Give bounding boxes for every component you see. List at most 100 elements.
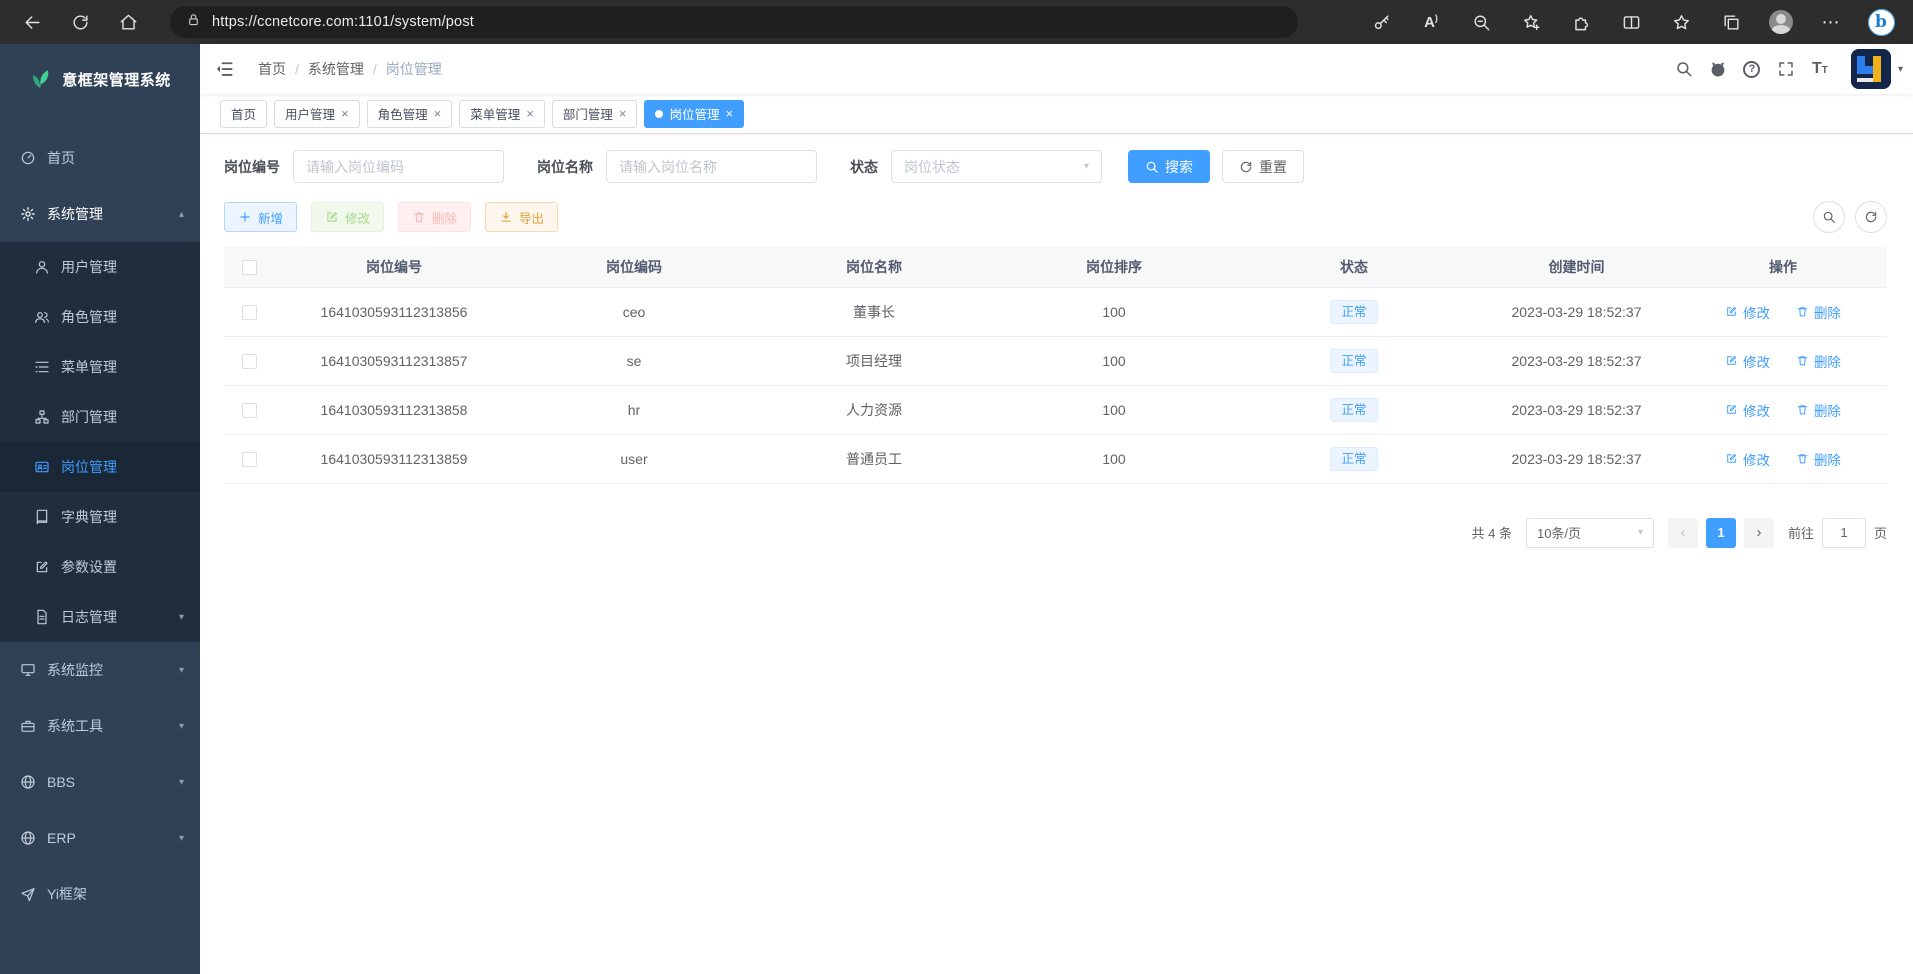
edit-link[interactable]: 修改	[1725, 400, 1770, 420]
github-icon[interactable]	[1701, 44, 1735, 94]
plus-icon	[238, 210, 252, 224]
avatar[interactable]	[1851, 49, 1891, 89]
favorites-add-icon[interactable]	[1509, 5, 1553, 39]
sidebar-item-erp[interactable]: ERP ▾	[0, 810, 200, 866]
tab-home[interactable]: 首页	[220, 100, 267, 128]
url-text[interactable]: https://ccnetcore.com:1101/system/post	[212, 14, 474, 30]
add-button[interactable]: 新增	[224, 202, 297, 232]
goto-page-input[interactable]	[1822, 518, 1866, 548]
chevron-down-icon: ▾	[179, 612, 184, 623]
cell-created: 2023-03-29 18:52:37	[1474, 287, 1679, 336]
reset-button[interactable]: 重置	[1222, 150, 1304, 183]
select-all-checkbox[interactable]	[242, 260, 257, 275]
tab-post-mgmt[interactable]: 岗位管理 ×	[644, 100, 744, 128]
prev-page-button[interactable]: ‹	[1668, 518, 1698, 548]
split-screen-icon[interactable]	[1609, 5, 1653, 39]
sidebar-item-dict-mgmt[interactable]: 字典管理	[0, 492, 200, 542]
export-button[interactable]: 导出	[485, 202, 558, 232]
tab-role-mgmt[interactable]: 角色管理 ×	[367, 100, 453, 128]
sidebar-item-system[interactable]: 系统管理 ▴	[0, 186, 200, 242]
font-size-icon[interactable]: TT	[1803, 44, 1837, 94]
globe-icon	[20, 830, 36, 846]
back-button[interactable]	[8, 5, 56, 39]
close-icon[interactable]: ×	[619, 106, 627, 121]
close-icon[interactable]: ×	[526, 106, 534, 121]
favorites-icon[interactable]	[1659, 5, 1703, 39]
bing-icon[interactable]: b	[1859, 5, 1903, 39]
trash-icon	[1796, 305, 1809, 318]
read-aloud-icon[interactable]: A)	[1409, 5, 1453, 39]
sidebar-item-yi-framework[interactable]: Yi框架	[0, 866, 200, 922]
row-checkbox[interactable]	[242, 354, 257, 369]
breadcrumb-home[interactable]: 首页	[258, 59, 286, 79]
sidebar-item-monitor[interactable]: 系统监控 ▾	[0, 642, 200, 698]
trash-icon	[412, 210, 426, 224]
search-button[interactable]: 搜索	[1128, 150, 1210, 183]
cell-created: 2023-03-29 18:52:37	[1474, 434, 1679, 483]
row-checkbox[interactable]	[242, 403, 257, 418]
delete-link[interactable]: 删除	[1796, 302, 1841, 322]
app-logo[interactable]: 意框架管理系统	[0, 44, 200, 114]
browser-profile-icon[interactable]	[1759, 5, 1803, 39]
home-button[interactable]	[104, 5, 152, 39]
cell-post-code: se	[514, 336, 754, 385]
fullscreen-icon[interactable]	[1769, 44, 1803, 94]
sidebar-item-param-settings[interactable]: 参数设置	[0, 542, 200, 592]
edit-link[interactable]: 修改	[1725, 302, 1770, 322]
sidebar-item-role-mgmt[interactable]: 角色管理	[0, 292, 200, 342]
sidebar-item-user-mgmt[interactable]: 用户管理	[0, 242, 200, 292]
sidebar-item-post-mgmt[interactable]: 岗位管理	[0, 442, 200, 492]
sidebar-item-dept-mgmt[interactable]: 部门管理	[0, 392, 200, 442]
table-row: 1641030593112313858 hr 人力资源 100 正常 2023-…	[224, 385, 1887, 434]
cell-post-sort: 100	[994, 287, 1234, 336]
sidebar-fold-icon[interactable]	[200, 44, 250, 94]
dashboard-icon	[20, 150, 36, 166]
edit-button[interactable]: 修改	[311, 202, 384, 232]
tab-menu-mgmt[interactable]: 菜单管理 ×	[459, 100, 545, 128]
extensions-icon[interactable]	[1559, 5, 1603, 39]
breadcrumb-system[interactable]: 系统管理	[308, 59, 364, 79]
toggle-search-button[interactable]	[1813, 201, 1845, 233]
main-area: 首页 / 系统管理 / 岗位管理 ?	[200, 44, 1913, 974]
close-icon[interactable]: ×	[341, 106, 349, 121]
navbar-right: ? TT ▾	[1667, 44, 1913, 94]
delete-link[interactable]: 删除	[1796, 351, 1841, 371]
delete-link[interactable]: 删除	[1796, 449, 1841, 469]
close-icon[interactable]: ×	[725, 106, 733, 121]
tab-dept-mgmt[interactable]: 部门管理 ×	[552, 100, 638, 128]
zoom-icon[interactable]	[1459, 5, 1503, 39]
dictionary-icon	[34, 509, 50, 525]
sidebar-item-menu-mgmt[interactable]: 菜单管理	[0, 342, 200, 392]
row-checkbox[interactable]	[242, 305, 257, 320]
refresh-table-button[interactable]	[1855, 201, 1887, 233]
tab-user-mgmt[interactable]: 用户管理 ×	[274, 100, 360, 128]
edit-icon	[1725, 305, 1738, 318]
collections-icon[interactable]	[1709, 5, 1753, 39]
key-icon[interactable]	[1359, 5, 1403, 39]
sidebar-item-home[interactable]: 首页	[0, 130, 200, 186]
next-page-button[interactable]: ›	[1744, 518, 1774, 548]
status-select[interactable]: 岗位状态 ▾	[891, 150, 1102, 183]
page-number-button[interactable]: 1	[1706, 518, 1736, 548]
refresh-button[interactable]	[56, 5, 104, 39]
system-submenu: 用户管理 角色管理 菜单管理 部门管理	[0, 242, 200, 642]
delete-link[interactable]: 删除	[1796, 400, 1841, 420]
row-checkbox[interactable]	[242, 452, 257, 467]
sidebar-item-bbs[interactable]: BBS ▾	[0, 754, 200, 810]
chevron-down-icon: ▾	[179, 721, 184, 732]
sidebar-item-tools[interactable]: 系统工具 ▾	[0, 698, 200, 754]
user-menu[interactable]: ▾	[1851, 49, 1903, 89]
close-icon[interactable]: ×	[434, 106, 442, 121]
delete-button[interactable]: 删除	[398, 202, 471, 232]
post-name-input[interactable]	[606, 150, 817, 183]
edit-link[interactable]: 修改	[1725, 449, 1770, 469]
status-badge: 正常	[1330, 447, 1377, 471]
help-icon[interactable]: ?	[1735, 44, 1769, 94]
edit-link[interactable]: 修改	[1725, 351, 1770, 371]
browser-settings-icon[interactable]: ⋯	[1809, 5, 1853, 39]
post-code-input[interactable]	[293, 150, 504, 183]
page-size-select[interactable]: 10条/页 ▾	[1526, 518, 1654, 548]
address-bar[interactable]: https://ccnetcore.com:1101/system/post	[170, 6, 1298, 38]
header-search-icon[interactable]	[1667, 44, 1701, 94]
sidebar-item-log-mgmt[interactable]: 日志管理 ▾	[0, 592, 200, 642]
